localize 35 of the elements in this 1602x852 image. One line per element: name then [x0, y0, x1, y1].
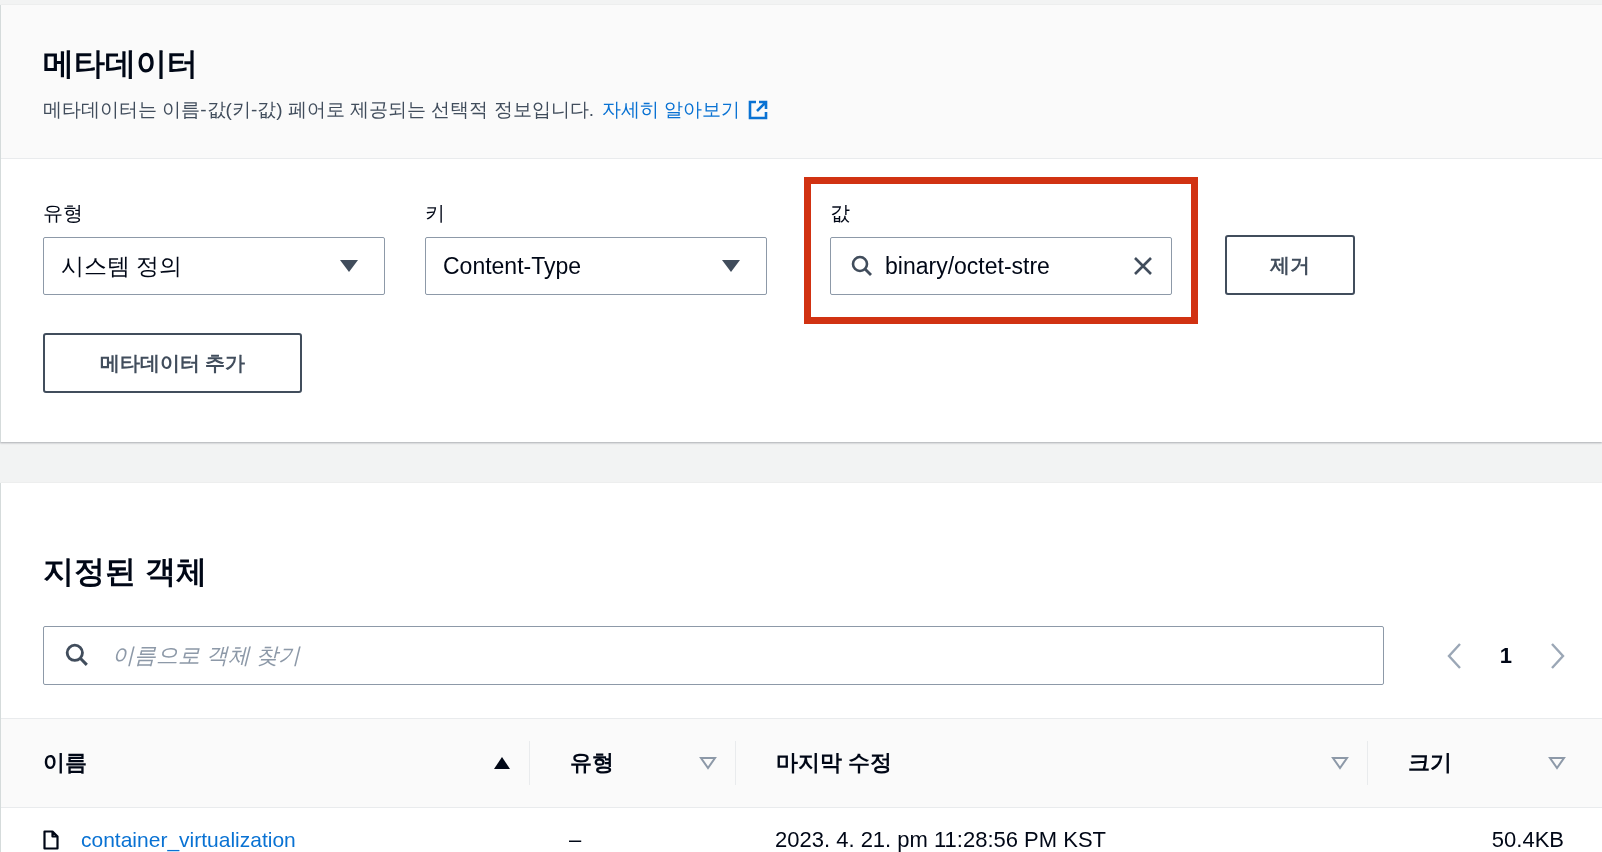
sort-ascending-icon[interactable]: [493, 756, 511, 770]
column-header[interactable]: 이름: [43, 748, 87, 778]
page-number[interactable]: 1: [1499, 642, 1512, 669]
sort-icon[interactable]: [1331, 756, 1349, 770]
add-metadata-button[interactable]: 메타데이터 추가: [43, 333, 302, 393]
clear-icon[interactable]: [1132, 255, 1154, 277]
value-field[interactable]: binary/octet-stre: [830, 237, 1172, 295]
previous-page-icon[interactable]: [1445, 641, 1462, 670]
table-cell: 2023. 4. 21. pm 11:28:56 PM KST: [775, 827, 1106, 852]
table-cell: –: [569, 827, 582, 852]
learn-more-link[interactable]: 자세히 알아보기: [602, 97, 741, 123]
search-field[interactable]: 이름으로 객체 찾기: [43, 626, 1384, 685]
caret-icon[interactable]: [340, 260, 358, 272]
dropdown[interactable]: 시스템 정의: [43, 237, 385, 295]
search-icon: [65, 643, 89, 667]
column-header[interactable]: 유형: [570, 748, 614, 778]
next-page-icon[interactable]: [1550, 641, 1566, 670]
panel-title: 지정된 객체: [42, 553, 208, 591]
sort-icon[interactable]: [1548, 756, 1566, 770]
field-label: 키: [425, 201, 446, 226]
file-icon: [43, 830, 59, 850]
search-icon: [851, 255, 873, 277]
external-link-icon: [748, 100, 769, 120]
field-label: 값: [830, 201, 851, 226]
field-label: 유형: [43, 201, 84, 226]
dropdown[interactable]: Content-Type: [425, 237, 767, 295]
object-link[interactable]: container_virtualization: [81, 828, 296, 852]
column-header[interactable]: 크기: [1408, 748, 1452, 778]
remove-button[interactable]: 제거: [1225, 235, 1355, 295]
panel-description: 메타데이터는 이름-값(키-값) 페어로 제공되는 선택적 정보입니다.: [43, 98, 594, 122]
panel-title: 메타데이터: [43, 45, 199, 83]
sort-icon[interactable]: [699, 756, 717, 770]
caret-icon[interactable]: [722, 260, 740, 272]
column-header[interactable]: 마지막 수정: [776, 748, 893, 778]
table-cell: 50.4KB: [1491, 827, 1564, 852]
